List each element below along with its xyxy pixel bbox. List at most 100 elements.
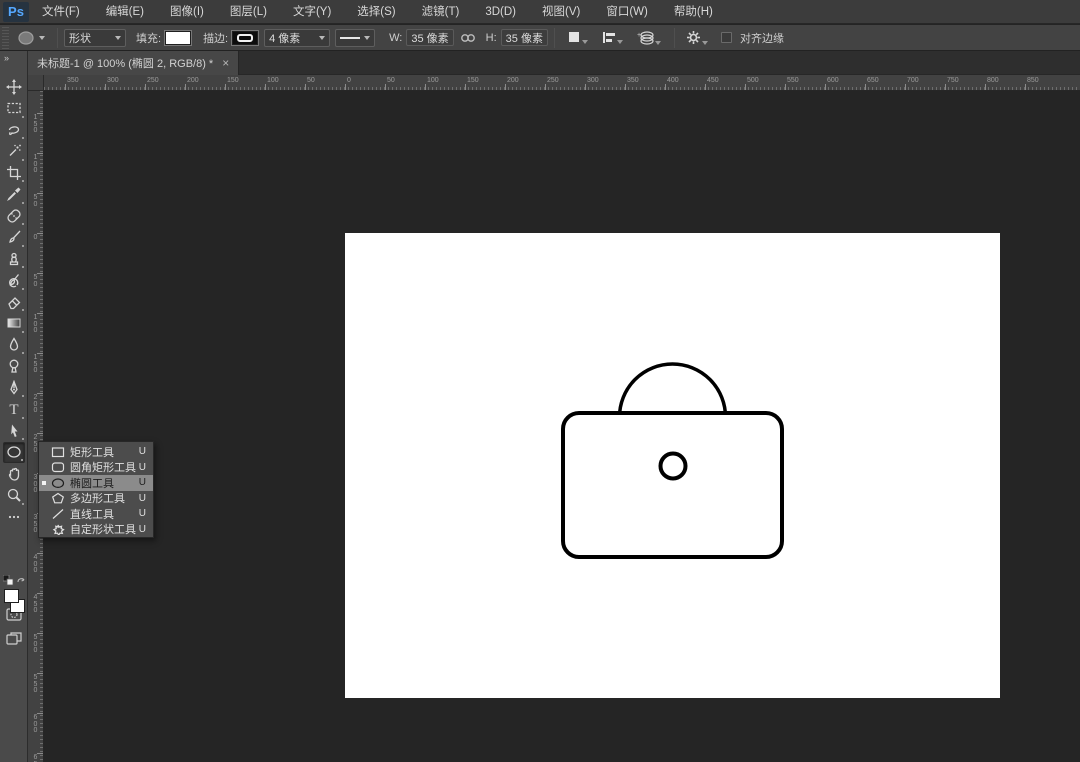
flyout-indicator bbox=[22, 309, 24, 311]
type-tool[interactable]: T bbox=[3, 399, 25, 420]
ruler-origin-corner[interactable] bbox=[28, 75, 44, 91]
ruler-label: 600 bbox=[827, 77, 839, 84]
ruler-label: 6 0 0 bbox=[28, 715, 43, 735]
stroke-style-select[interactable] bbox=[335, 29, 375, 47]
menu-item-2[interactable]: 编辑(E) bbox=[93, 0, 157, 24]
swap-colors-icon[interactable] bbox=[16, 575, 26, 585]
foreground-color-swatch[interactable] bbox=[4, 589, 19, 603]
quick-selection-tool[interactable] bbox=[3, 141, 25, 162]
lock-body-rounded-rect[interactable] bbox=[563, 413, 782, 557]
menu-item-1[interactable]: 文件(F) bbox=[29, 0, 93, 24]
ruler-tick bbox=[345, 84, 346, 90]
eraser-tool[interactable] bbox=[3, 291, 25, 312]
lock-shape-drawing bbox=[345, 233, 1000, 698]
flyout-item-shortcut: U bbox=[139, 477, 146, 488]
dodge-tool[interactable] bbox=[3, 356, 25, 377]
clone-stamp-tool-icon bbox=[6, 251, 22, 267]
menu-item-5[interactable]: 文字(Y) bbox=[280, 0, 344, 24]
close-tab-icon[interactable]: × bbox=[222, 56, 229, 70]
ruler-tick bbox=[225, 84, 226, 90]
collapse-panel-button[interactable]: » bbox=[0, 51, 27, 65]
shape-width-input[interactable]: 35 像素 bbox=[406, 29, 453, 46]
ellipse-tool[interactable] bbox=[3, 442, 25, 463]
zoom-tool[interactable] bbox=[3, 485, 25, 506]
move-tool[interactable] bbox=[3, 76, 25, 97]
shape-height-input[interactable]: 35 像素 bbox=[501, 29, 548, 46]
photoshop-logo: Ps bbox=[3, 2, 29, 22]
menu-item-4[interactable]: 图层(L) bbox=[217, 0, 280, 24]
line-icon bbox=[50, 508, 66, 520]
menu-item-6[interactable]: 选择(S) bbox=[344, 0, 408, 24]
clone-stamp-tool[interactable] bbox=[3, 248, 25, 269]
tools-panel: » T bbox=[0, 51, 28, 762]
stroke-preview bbox=[237, 34, 253, 42]
link-dimensions-icon[interactable] bbox=[460, 33, 476, 43]
align-edges-checkbox[interactable] bbox=[721, 32, 732, 43]
path-arrange-button[interactable]: + bbox=[637, 30, 661, 45]
vertical-ruler[interactable]: 1 5 01 0 05 005 01 0 01 5 02 0 02 5 03 0… bbox=[28, 91, 44, 762]
menu-item-7[interactable]: 滤镜(T) bbox=[409, 0, 473, 24]
ruler-tick bbox=[425, 84, 426, 90]
flyout-item-椭圆工具[interactable]: 椭圆工具 U bbox=[39, 475, 153, 491]
screen-mode-icon bbox=[6, 631, 22, 645]
geometry-options-button[interactable] bbox=[686, 30, 708, 45]
blur-tool[interactable] bbox=[3, 334, 25, 355]
document-canvas[interactable] bbox=[345, 233, 1000, 698]
flyout-item-直线工具[interactable]: 直线工具 U bbox=[39, 506, 153, 522]
spot-healing-brush-tool-icon bbox=[6, 208, 22, 224]
flyout-indicator bbox=[21, 459, 23, 461]
menu-item-9[interactable]: 视图(V) bbox=[529, 0, 593, 24]
menu-item-11[interactable]: 帮助(H) bbox=[661, 0, 726, 24]
default-colors-icon[interactable] bbox=[3, 575, 15, 587]
pasteboard bbox=[44, 91, 1080, 762]
stroke-color-swatch[interactable] bbox=[232, 31, 258, 45]
menu-item-8[interactable]: 3D(D) bbox=[472, 0, 529, 24]
lock-keyhole-circle[interactable] bbox=[661, 454, 686, 479]
lasso-tool-icon bbox=[6, 122, 22, 138]
gradient-tool[interactable] bbox=[3, 313, 25, 334]
hand-tool[interactable] bbox=[3, 463, 25, 484]
ruler-label: 1 0 0 bbox=[28, 155, 43, 175]
stroke-width-select[interactable]: 4 像素 bbox=[264, 29, 330, 47]
lasso-tool[interactable] bbox=[3, 119, 25, 140]
crop-tool[interactable] bbox=[3, 162, 25, 183]
path-alignment-button[interactable] bbox=[602, 31, 623, 44]
pen-tool-icon bbox=[6, 380, 22, 396]
fill-color-swatch[interactable] bbox=[165, 31, 191, 45]
ruler-tick bbox=[37, 233, 43, 234]
divider bbox=[57, 28, 58, 48]
ruler-label: 300 bbox=[587, 77, 599, 84]
rectangular-marquee-tool[interactable] bbox=[3, 98, 25, 119]
more-options[interactable] bbox=[3, 506, 25, 527]
document-tab[interactable]: 未标题-1 @ 100% (椭圆 2, RGB/8) * × bbox=[28, 51, 239, 75]
options-bar-grip[interactable] bbox=[2, 27, 9, 49]
brush-tool[interactable] bbox=[3, 227, 25, 248]
flyout-item-label: 椭圆工具 bbox=[70, 475, 139, 491]
pen-tool[interactable] bbox=[3, 377, 25, 398]
history-brush-tool[interactable] bbox=[3, 270, 25, 291]
path-operations-icon bbox=[568, 31, 581, 44]
ruler-tick bbox=[37, 353, 43, 354]
menu-item-10[interactable]: 窗口(W) bbox=[593, 0, 661, 24]
ruler-label: 150 bbox=[227, 77, 239, 84]
flyout-item-多边形工具[interactable]: 多边形工具 U bbox=[39, 491, 153, 507]
path-alignment-icon bbox=[602, 31, 616, 44]
tool-preset-picker[interactable] bbox=[11, 30, 51, 46]
chevron-down-icon bbox=[39, 36, 45, 40]
ruler-label: 1 0 0 bbox=[28, 315, 43, 335]
flyout-item-圆角矩形工具[interactable]: 圆角矩形工具 U bbox=[39, 460, 153, 476]
path-operations-button[interactable] bbox=[568, 31, 588, 44]
spot-healing-brush-tool[interactable] bbox=[3, 205, 25, 226]
path-selection-tool[interactable] bbox=[3, 420, 25, 441]
tool-mode-select[interactable]: 形状 bbox=[64, 29, 126, 47]
chevron-down-icon bbox=[319, 36, 325, 40]
screen-mode-button[interactable] bbox=[4, 629, 24, 647]
menu-item-3[interactable]: 图像(I) bbox=[157, 0, 217, 24]
eyedropper-tool[interactable] bbox=[3, 184, 25, 205]
ruler-tick bbox=[37, 113, 43, 114]
stroke-width-value: 4 像素 bbox=[269, 30, 300, 46]
horizontal-ruler[interactable]: 3503002502001501005005010015020025030035… bbox=[28, 75, 1080, 91]
flyout-item-自定形状工具[interactable]: 自定形状工具 U bbox=[39, 522, 153, 538]
flyout-item-矩形工具[interactable]: 矩形工具 U bbox=[39, 444, 153, 460]
ruler-tick bbox=[625, 84, 626, 90]
